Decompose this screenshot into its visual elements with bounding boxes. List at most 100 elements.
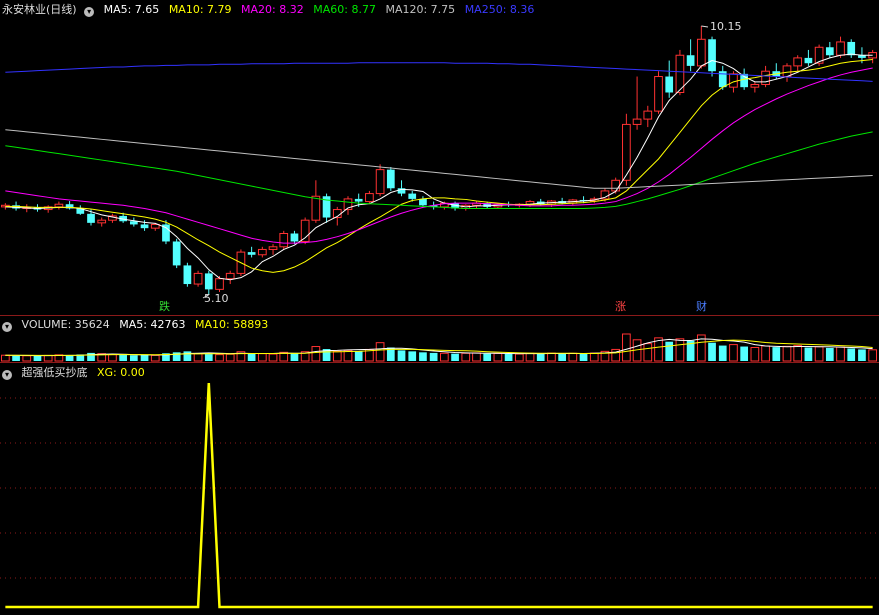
candle [708, 36, 716, 77]
volume-bar [814, 346, 824, 362]
candle-body [696, 38, 706, 67]
candle-body [183, 265, 192, 285]
candle [419, 196, 427, 207]
volume-bar [215, 354, 224, 362]
candle [108, 213, 117, 223]
volume-bar [718, 345, 727, 361]
ma10-line [5, 59, 873, 273]
candle-body [750, 84, 760, 88]
volume-chart [0, 333, 878, 362]
cai-marker: 财 [696, 300, 707, 313]
volume-bar [504, 353, 513, 361]
volume-bar [311, 346, 321, 362]
candle [311, 180, 321, 223]
candle-body [290, 233, 299, 242]
volume-bar [514, 353, 524, 362]
candle-body [611, 179, 621, 192]
volume-bar [12, 355, 20, 361]
candle-body [247, 252, 256, 255]
volume-bar [375, 342, 385, 362]
candle [804, 49, 813, 66]
volume-bar [332, 350, 342, 362]
candle [279, 230, 289, 250]
candle-body [386, 169, 395, 189]
low-annotation: 5.10 [204, 292, 229, 305]
candle-body [632, 118, 642, 125]
volume-bar [750, 347, 760, 362]
volume-bar [140, 354, 149, 361]
candle-body [87, 213, 95, 223]
candle [386, 166, 395, 191]
candle-body [740, 73, 749, 88]
candle-body [365, 193, 374, 203]
candle-body [193, 272, 203, 285]
candle [397, 180, 406, 197]
candle [847, 39, 856, 58]
volume-bar [804, 347, 813, 361]
zhang-marker: 涨 [615, 300, 626, 313]
volume-bar [568, 352, 578, 362]
candle-body [408, 193, 417, 199]
candle-body [419, 198, 427, 206]
volume-bar [708, 342, 716, 361]
volume-bar [129, 355, 138, 361]
volume-bar [0, 354, 10, 362]
ma60-line [5, 131, 873, 209]
candle-body [793, 57, 803, 67]
volume-bar [204, 354, 213, 361]
candle [665, 60, 674, 98]
candle [461, 204, 471, 211]
candle-body [375, 169, 385, 195]
candle [290, 230, 299, 245]
ma5-line [5, 53, 873, 281]
candle [675, 49, 685, 96]
volume-bar [193, 353, 203, 362]
volume-bar [461, 352, 471, 362]
price-pane[interactable]: 永安林业(日线) ▾ MA5: 7.65 MA10: 7.79 MA20: 8.… [0, 0, 879, 315]
volume-bar [643, 343, 653, 362]
volume-bar [525, 352, 535, 362]
volume-bar [547, 352, 556, 362]
volume-bar [119, 355, 127, 361]
candle-body [172, 241, 181, 266]
volume-bar [43, 354, 53, 362]
high-leader [701, 25, 709, 28]
candle-body [268, 246, 278, 250]
candle [247, 246, 256, 258]
volume-bar [740, 346, 749, 361]
indicator-chart [0, 382, 879, 609]
price-chart [0, 25, 878, 299]
candle-body [708, 39, 716, 72]
volume-bar [183, 351, 192, 361]
volume-bar [419, 352, 427, 361]
volume-bar [65, 355, 74, 361]
volume-bar [439, 352, 449, 362]
candle-body [729, 73, 738, 88]
candle [654, 71, 663, 114]
volume-bar [451, 353, 459, 361]
volume-bar [622, 333, 631, 362]
candle [686, 39, 695, 72]
volume-bar [22, 355, 32, 362]
candle-body [140, 224, 149, 229]
candle-body [665, 76, 674, 93]
candle [322, 193, 331, 223]
volume-bar [761, 345, 770, 362]
candle [472, 201, 481, 209]
volume-pane[interactable]: ▾ VOLUME: 35624 MA5: 42763 MA10: 58893 [0, 316, 879, 362]
volume-bar [558, 353, 566, 361]
candle-body [654, 76, 663, 112]
candle [643, 105, 653, 128]
indicator-pane[interactable]: ▾ 超强低买抄底 XG: 0.00 [0, 363, 879, 615]
volume-bar [472, 352, 481, 362]
candle-body [804, 57, 813, 64]
candle-body [204, 273, 213, 290]
die-marker: 跌 [159, 300, 170, 313]
candle-body [129, 221, 138, 225]
candle [76, 205, 85, 215]
candle-body [54, 203, 64, 208]
volume-bar [579, 353, 588, 361]
volume-bar [589, 352, 599, 362]
candle-body [97, 219, 107, 224]
volume-bar [847, 348, 856, 361]
